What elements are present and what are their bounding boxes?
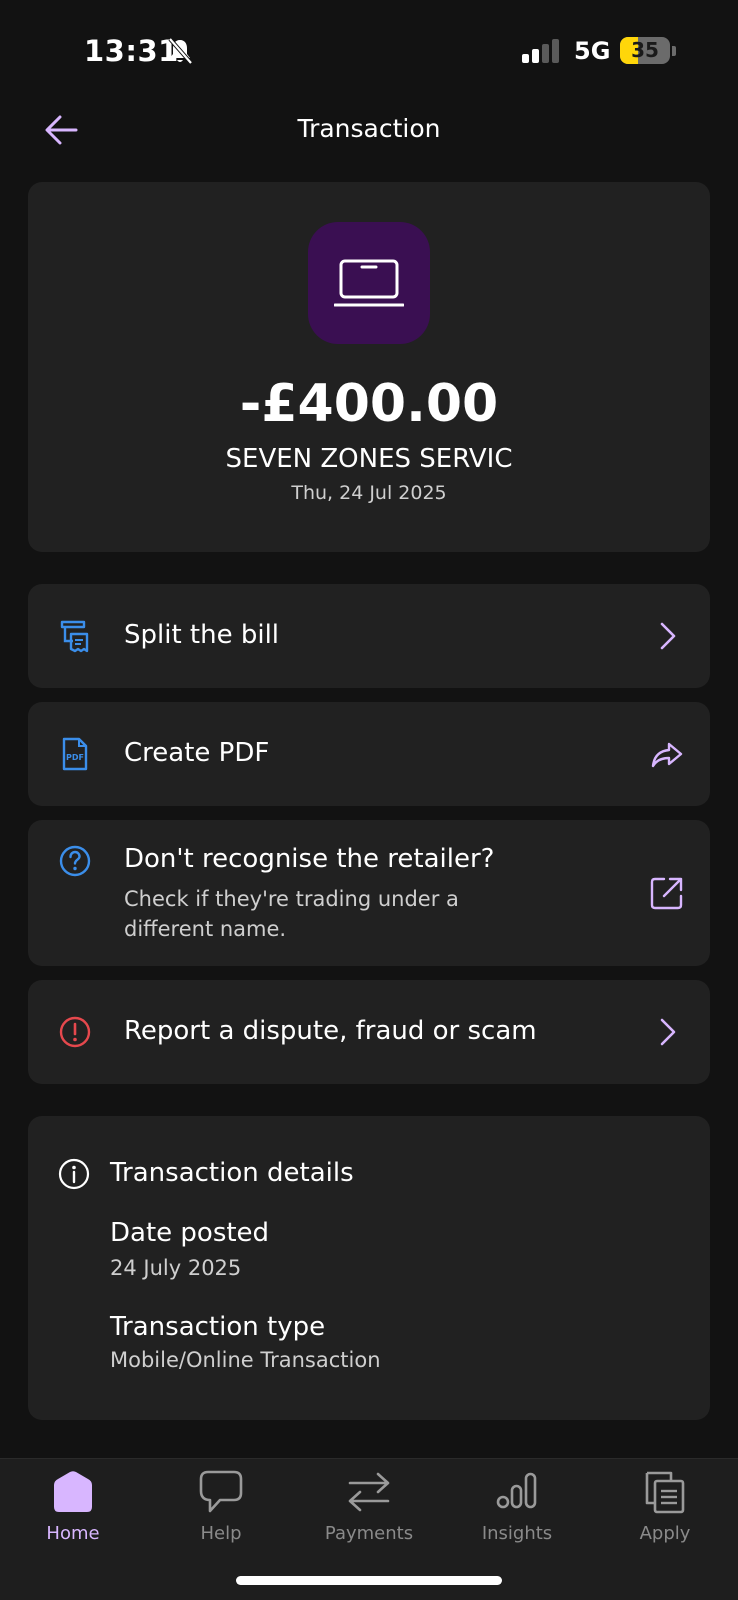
chevron-right-icon: [660, 622, 676, 650]
details-heading: Transaction details: [110, 1158, 354, 1188]
nav-insights-label: Insights: [481, 1523, 553, 1544]
documents-icon: [645, 1471, 685, 1514]
report-dispute-label: Report a dispute, fraud or scam: [124, 1016, 537, 1046]
battery-level: 35: [631, 38, 659, 62]
nav-home-label: Home: [46, 1523, 100, 1544]
nav-apply-label: Apply: [639, 1523, 691, 1544]
transaction-date: Thu, 24 Jul 2025: [291, 482, 447, 504]
unrecognised-retailer-description: Check if they're trading under a differe…: [124, 887, 459, 941]
create-pdf-label: Create PDF: [124, 738, 270, 768]
status-time: 13:31: [84, 34, 179, 68]
create-pdf-button[interactable]: PDF Create PDF: [28, 702, 710, 806]
transaction-type-value: Mobile/Online Transaction: [110, 1348, 381, 1372]
alert-circle-icon: [59, 1016, 91, 1048]
info-icon: [58, 1158, 90, 1190]
nav-payments[interactable]: Payments: [314, 1469, 424, 1555]
nav-payments-label: Payments: [324, 1523, 414, 1544]
nav-help-label: Help: [200, 1523, 242, 1544]
chevron-right-icon: [660, 1018, 676, 1046]
svg-text:PDF: PDF: [66, 753, 84, 762]
home-icon: [54, 1471, 92, 1512]
split-bill-button[interactable]: Split the bill: [28, 584, 710, 688]
receipt-split-icon: [60, 620, 89, 653]
external-link-icon: [650, 877, 683, 910]
date-posted-value: 24 July 2025: [110, 1256, 242, 1280]
nav-home[interactable]: Home: [18, 1469, 128, 1555]
transaction-screen: 13:31 5G 35 Transaction -£400.00 SEVEN Z…: [0, 0, 738, 1600]
home-indicator[interactable]: [236, 1576, 502, 1585]
chat-bubble-icon: [199, 1470, 243, 1513]
nav-help[interactable]: Help: [166, 1469, 276, 1555]
network-type: 5G: [574, 37, 611, 65]
split-bill-label: Split the bill: [124, 620, 280, 650]
transaction-summary-card: -£400.00 SEVEN ZONES SERVIC Thu, 24 Jul …: [28, 182, 710, 552]
unrecognised-retailer-button[interactable]: Don't recognise the retailer? Check if t…: [28, 820, 710, 966]
unrecognised-retailer-label: Don't recognise the retailer?: [124, 844, 495, 874]
signal-icon: [522, 39, 562, 63]
bell-slash-icon: [168, 37, 193, 65]
date-posted-label: Date posted: [110, 1218, 270, 1248]
question-circle-icon: [59, 845, 91, 877]
merchant-tile: [308, 222, 430, 344]
battery-icon: 35: [620, 37, 670, 64]
nav-insights[interactable]: Insights: [462, 1469, 572, 1555]
share-icon: [651, 742, 683, 768]
nav-apply[interactable]: Apply: [610, 1469, 720, 1555]
page-title: Transaction: [297, 114, 441, 143]
transfer-arrows-icon: [348, 1472, 390, 1512]
insights-icon: [496, 1472, 537, 1509]
report-dispute-button[interactable]: Report a dispute, fraud or scam: [28, 980, 710, 1084]
transaction-type-label: Transaction type: [110, 1312, 326, 1342]
battery-tip: [672, 46, 676, 56]
merchant-name: SEVEN ZONES SERVIC: [225, 444, 513, 474]
transaction-amount: -£400.00: [239, 374, 499, 434]
pdf-file-icon: PDF: [62, 737, 88, 771]
laptop-icon: [334, 259, 404, 307]
transaction-details-card: Transaction details Date posted 24 July …: [28, 1116, 710, 1420]
